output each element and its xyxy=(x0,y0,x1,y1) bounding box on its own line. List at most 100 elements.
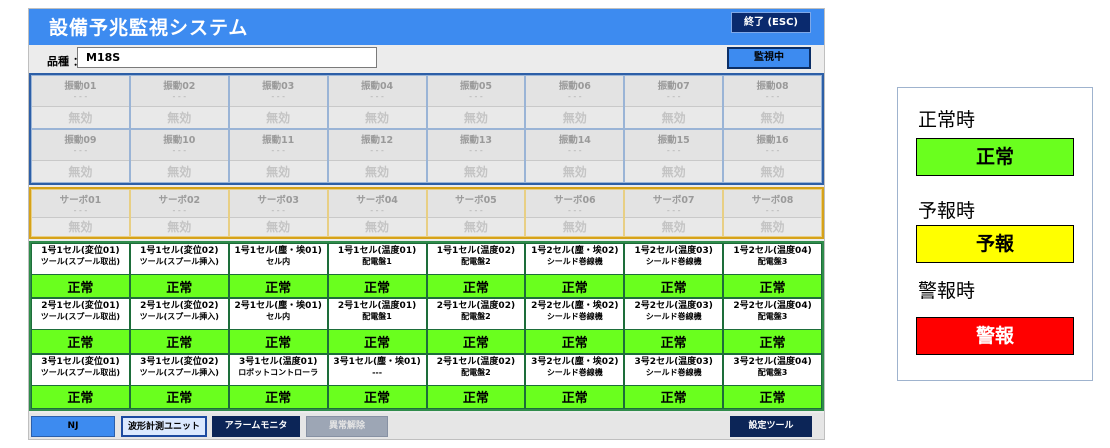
servo-tile[interactable]: サーボ03- - - 無効 xyxy=(229,190,327,236)
servo-tile[interactable]: サーボ02- - - 無効 xyxy=(130,190,228,236)
tile-header: 2号1セル(温度02) 配電盤2 xyxy=(427,354,525,386)
tile-name: 振動04 xyxy=(360,81,394,92)
vibration-tile[interactable]: 振動10- - - 無効 xyxy=(130,130,228,182)
tile-status: 正常 xyxy=(427,274,525,298)
tile-location: - - - xyxy=(567,206,582,215)
tile-name: 振動10 xyxy=(163,135,196,146)
vibration-tile[interactable]: 振動05- - - 無効 xyxy=(427,76,525,128)
vibration-tile[interactable]: 振動14- - - 無効 xyxy=(526,130,624,182)
sensor-tile[interactable]: 2号2セル(塵・埃02) シールド巻線機 正常 xyxy=(526,299,624,353)
tile-header: 振動08- - - xyxy=(724,76,821,108)
tile-status: 正常 xyxy=(526,330,624,353)
tile-location: - - - xyxy=(370,206,384,215)
sensor-tile[interactable]: 3号2セル(温度03) シールド巻線機 正常 xyxy=(625,354,723,408)
tile-location: - - - xyxy=(370,146,384,155)
vibration-tile[interactable]: 振動01- - - 無効 xyxy=(32,76,129,128)
tile-status: 無効 xyxy=(427,107,525,128)
tile-header: 振動10- - - xyxy=(130,130,228,162)
tile-location: - - - xyxy=(469,206,483,215)
tile-name: 2号1セル(変位01) xyxy=(41,301,120,312)
servo-tile[interactable]: サーボ04- - - 無効 xyxy=(328,190,426,236)
tile-name: サーボ01 xyxy=(59,195,102,206)
waveform-unit-button[interactable]: 波形計測ユニット xyxy=(121,416,207,437)
tile-location: ツール(スプール挿入) xyxy=(139,312,219,322)
sensor-tile[interactable]: 1号1セル(変位02) ツール(スプール挿入) 正常 xyxy=(130,244,228,298)
vibration-tile[interactable]: 振動04- - - 無効 xyxy=(328,76,426,128)
sensor-tile[interactable]: 1号1セル(温度01) 配電盤1 正常 xyxy=(328,244,426,298)
sensor-tile[interactable]: 2号1セル(塵・埃01) セル内 正常 xyxy=(229,299,327,353)
sensor-tile[interactable]: 2号1セル(温度02) 配電盤2 正常 xyxy=(427,299,525,353)
vibration-tile[interactable]: 振動12- - - 無効 xyxy=(328,130,426,182)
vibration-tile[interactable]: 振動09- - - 無効 xyxy=(32,130,129,182)
tile-location: - - - xyxy=(765,146,780,155)
tile-status: 無効 xyxy=(724,107,821,128)
tile-location: ツール(スプール挿入) xyxy=(139,367,219,377)
nj-button[interactable]: NJ xyxy=(31,416,115,437)
sensor-tile[interactable]: 2号2セル(温度03) シールド巻線機 正常 xyxy=(625,299,723,353)
tile-header: 振動13- - - xyxy=(427,130,525,162)
sensor-tile[interactable]: 2号1セル(変位01) ツール(スプール取出) 正常 xyxy=(32,299,129,353)
tile-location: セル内 xyxy=(266,312,291,322)
tile-status: 正常 xyxy=(229,330,327,353)
sensor-tile[interactable]: 3号1セル(変位01) ツール(スプール取出) 正常 xyxy=(32,354,129,408)
tile-name: 1号1セル(変位02) xyxy=(140,246,219,256)
tile-status: 無効 xyxy=(526,217,624,236)
tile-name: 1号1セル(変位01) xyxy=(41,246,120,256)
sensor-tile[interactable]: 1号2セル(温度03) シールド巻線機 正常 xyxy=(625,244,723,298)
tile-name: 2号2セル(温度04) xyxy=(733,301,812,312)
error-reset-button[interactable]: 異常解除 xyxy=(306,416,388,437)
tile-status: 無効 xyxy=(229,217,327,236)
sensor-tile[interactable]: 1号1セル(温度02) 配電盤2 正常 xyxy=(427,244,525,298)
vibration-tile[interactable]: 振動07- - - 無効 xyxy=(625,76,723,128)
tile-location: - - - xyxy=(172,206,187,215)
vibration-tile[interactable]: 振動03- - - 無効 xyxy=(229,76,327,128)
sensor-tile[interactable]: 1号1セル(塵・埃01) セル内 正常 xyxy=(229,244,327,298)
tile-header: 1号1セル(温度01) 配電盤1 xyxy=(328,244,426,275)
tile-header: 振動12- - - xyxy=(328,130,426,162)
legend-warning-label: 予報時 xyxy=(918,200,976,222)
servo-tile[interactable]: サーボ07- - - 無効 xyxy=(625,190,723,236)
servo-tile[interactable]: サーボ06- - - 無効 xyxy=(526,190,624,236)
sensor-tile[interactable]: 1号1セル(変位01) ツール(スプール取出) 正常 xyxy=(32,244,129,298)
servo-tile[interactable]: サーボ08- - - 無効 xyxy=(724,190,821,236)
tile-location: - - - xyxy=(765,206,780,215)
tile-name: 3号1セル(変位01) xyxy=(41,356,120,367)
tile-name: 1号2セル(温度04) xyxy=(733,246,812,256)
exit-button[interactable]: 終了 (ESC) xyxy=(731,12,811,33)
sensor-tile[interactable]: 2号1セル(変位02) ツール(スプール挿入) 正常 xyxy=(130,299,228,353)
tile-header: サーボ04- - - xyxy=(328,190,426,218)
sensor-tile[interactable]: 3号2セル(温度04) 配電盤3 正常 xyxy=(724,354,821,408)
vibration-tile[interactable]: 振動06- - - 無効 xyxy=(526,76,624,128)
tile-status: 正常 xyxy=(427,385,525,408)
sensor-tile[interactable]: 1号2セル(塵・埃02) シールド巻線機 正常 xyxy=(526,244,624,298)
tile-location: シールド巻線機 xyxy=(645,367,702,377)
sensor-tile[interactable]: 2号1セル(温度01) 配電盤1 正常 xyxy=(328,299,426,353)
sensor-tile[interactable]: 2号2セル(温度04) 配電盤3 正常 xyxy=(724,299,821,353)
vibration-tile[interactable]: 振動13- - - 無効 xyxy=(427,130,525,182)
vibration-tile[interactable]: 振動08- - - 無効 xyxy=(724,76,821,128)
vibration-tile[interactable]: 振動15- - - 無効 xyxy=(625,130,723,182)
sensor-tile[interactable]: 3号1セル(塵・埃01) --- 正常 xyxy=(328,354,426,408)
sensor-tile[interactable]: 3号2セル(塵・埃02) シールド巻線機 正常 xyxy=(526,354,624,408)
sensor-tile[interactable]: 1号2セル(温度04) 配電盤3 正常 xyxy=(724,244,821,298)
tile-location: - - - xyxy=(765,92,780,101)
tile-header: 2号1セル(塵・埃01) セル内 xyxy=(229,299,327,331)
alarm-monitor-button[interactable]: アラームモニタ xyxy=(212,416,300,437)
sensor-tile[interactable]: 3号1セル(温度01) ロボットコントローラ 正常 xyxy=(229,354,327,408)
tile-status: 正常 xyxy=(328,330,426,353)
tile-status: 無効 xyxy=(32,217,129,236)
vibration-tile[interactable]: 振動11- - - 無効 xyxy=(229,130,327,182)
servo-tile[interactable]: サーボ05- - - 無効 xyxy=(427,190,525,236)
vibration-tile[interactable]: 振動16- - - 無効 xyxy=(724,130,821,182)
tile-status: 正常 xyxy=(32,385,129,408)
tile-header: サーボ03- - - xyxy=(229,190,327,218)
servo-tile[interactable]: サーボ01- - - 無効 xyxy=(32,190,129,236)
sensor-tile[interactable]: 2号1セル(温度02) 配電盤2 正常 xyxy=(427,354,525,408)
monitoring-status-button[interactable]: 監視中 xyxy=(727,47,811,69)
sensor-tile[interactable]: 3号1セル(変位02) ツール(スプール挿入) 正常 xyxy=(130,354,228,408)
settings-tool-button[interactable]: 設定ツール xyxy=(730,416,812,437)
vibration-tile[interactable]: 振動02- - - 無効 xyxy=(130,76,228,128)
tile-header: 1号2セル(温度04) 配電盤3 xyxy=(724,244,821,275)
product-field[interactable]: M18S xyxy=(77,47,377,68)
tile-name: 振動06 xyxy=(558,81,591,92)
